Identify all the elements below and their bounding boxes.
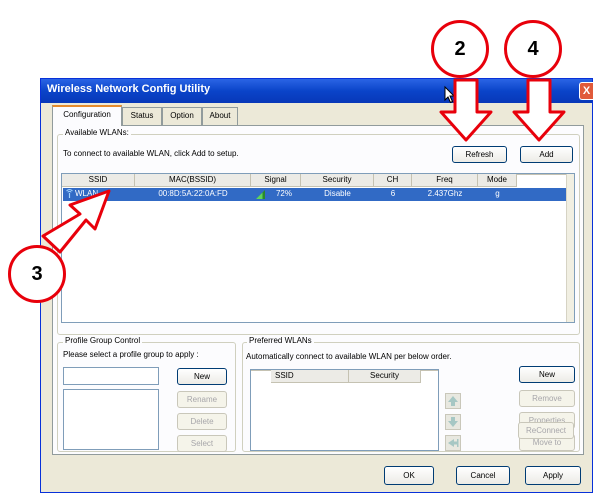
callout-arrow-down-add [512,78,566,142]
callout-arrow-up-right-select [41,189,111,254]
tab-configuration[interactable]: Configuration [52,105,122,126]
callout-arrow-down-refresh [439,78,493,142]
callout-arrows [41,78,566,254]
